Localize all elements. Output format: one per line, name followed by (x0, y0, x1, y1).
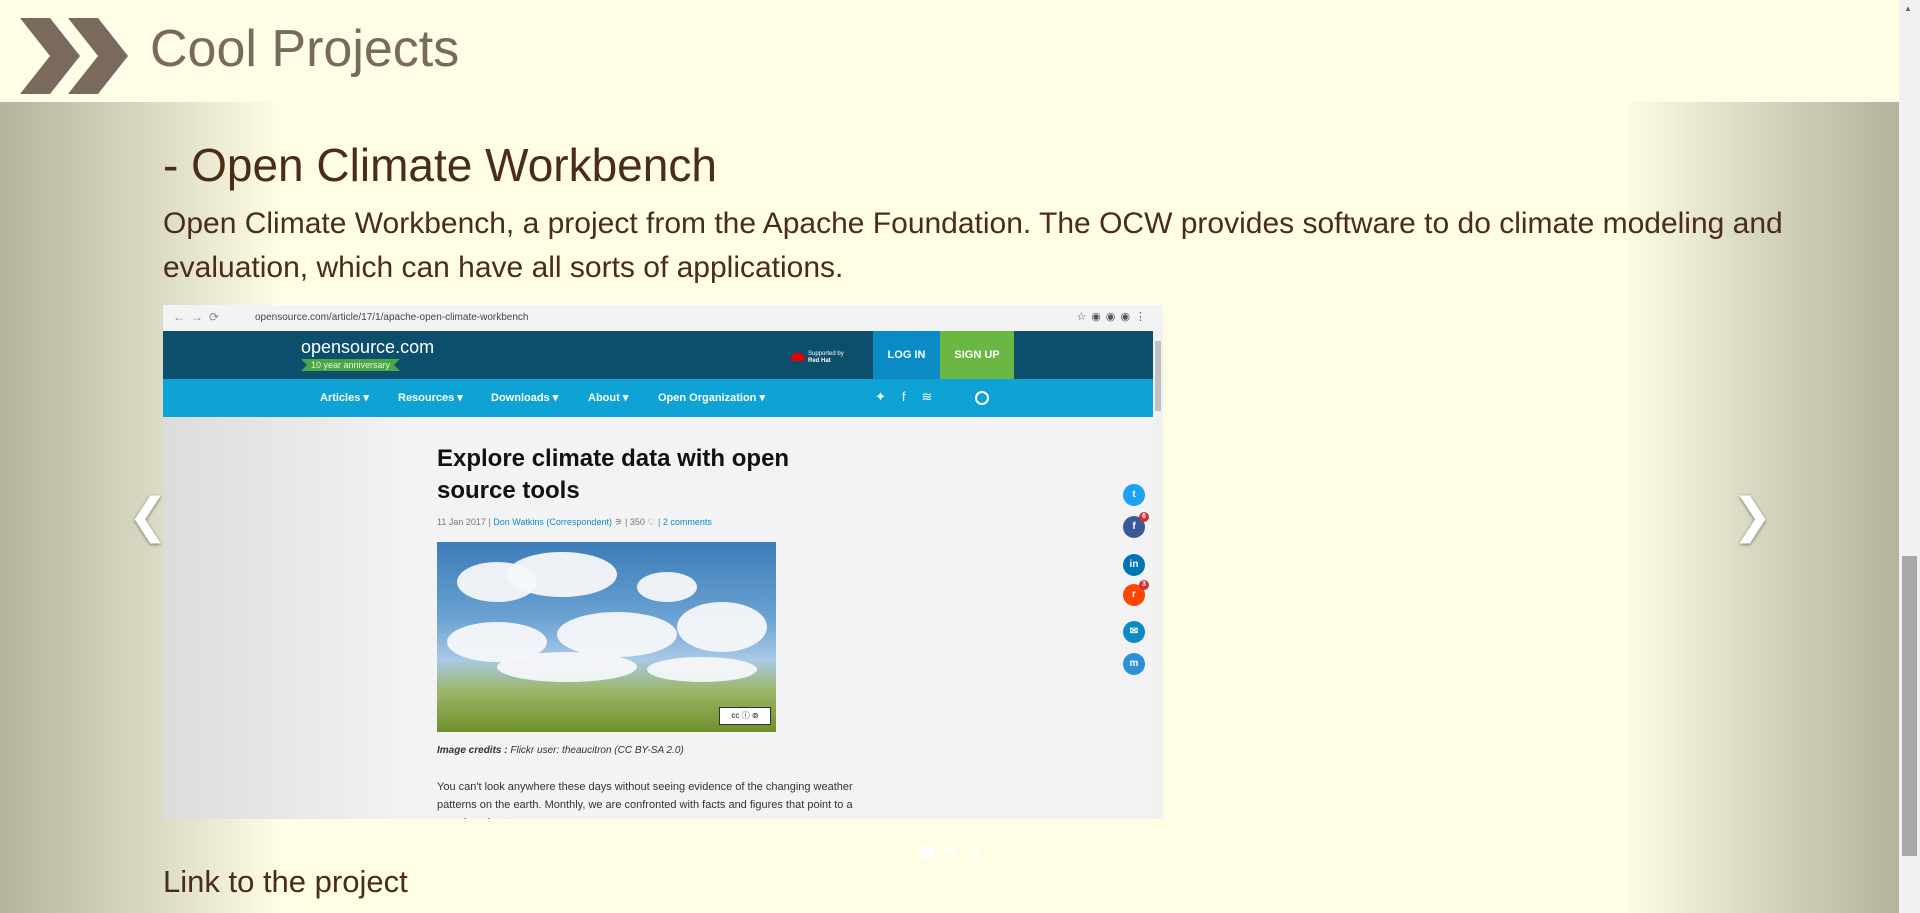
page-scrollbar-thumb[interactable] (1902, 556, 1917, 856)
osc-signup-button: SIGN UP (940, 331, 1014, 379)
osc-top-bar: opensource.com 10 year anniversary Suppo… (163, 331, 1153, 379)
scroll-up-arrow-icon[interactable]: ▲ (1904, 4, 1912, 13)
carousel-indicator-3[interactable] (968, 845, 982, 859)
mastodon-share-icon: m (1123, 653, 1145, 675)
chevron-right-icon: ❯ (1732, 490, 1773, 543)
project-link[interactable]: Link to the project (163, 864, 408, 900)
carousel-indicator-1[interactable] (920, 845, 934, 859)
article-meta: 11 Jan 2017 | Don Watkins (Correspondent… (437, 517, 712, 527)
browser-tool-icons: ☆◉◉◉⋮ (1076, 311, 1151, 323)
page-scrollbar[interactable]: ▲ (1899, 0, 1920, 913)
osc-brand: opensource.com (301, 337, 435, 357)
site-header: Cool Projects (0, 0, 1899, 102)
project-screenshot: ←→⟳ opensource.com/article/17/1/apache-o… (163, 305, 1163, 819)
browser-toolbar: ←→⟳ opensource.com/article/17/1/apache-o… (163, 305, 1163, 332)
reddit-share-icon: r3 (1123, 580, 1149, 606)
screenshot-scrollbar (1153, 331, 1163, 819)
slide-title: - Open Climate Workbench (163, 139, 717, 191)
carousel-next-button[interactable]: ❯ (1732, 492, 1772, 542)
twitter-share-icon: t (1123, 484, 1145, 506)
carousel-indicators (920, 845, 982, 859)
search-icon (975, 391, 989, 405)
osc-social-icons: ✦f≋ (875, 389, 949, 404)
cc-license-icon: cc ⓘ ⊚ (719, 707, 771, 725)
project-carousel: - Open Climate Workbench Open Climate Wo… (0, 102, 1899, 913)
osc-nav-bar: Articles ▾ Resources ▾ Downloads ▾ About… (163, 379, 1153, 417)
osc-nav-open-organization: Open Organization ▾ (658, 392, 765, 404)
osc-login-button: LOG IN (873, 331, 940, 379)
osc-supported-by: Supported by Red Hat (808, 351, 844, 364)
browser-url: opensource.com/article/17/1/apache-open-… (255, 312, 529, 323)
browser-nav-icons: ←→⟳ (173, 310, 226, 324)
osc-nav-resources: Resources ▾ (398, 392, 463, 404)
facebook-share-icon: f6 (1123, 512, 1149, 538)
osc-nav-about: About ▾ (588, 392, 629, 404)
double-chevron-right-icon[interactable] (20, 18, 132, 94)
osc-nav-articles: Articles ▾ (320, 392, 369, 404)
slide-description: Open Climate Workbench, a project from t… (163, 207, 1783, 284)
osc-nav-downloads: Downloads ▾ (491, 392, 559, 404)
image-credits: Image credits : Flickr user: theaucitron… (437, 745, 684, 756)
carousel-prev-button[interactable]: ❮ (128, 492, 168, 542)
linkedin-share-icon: in (1123, 554, 1145, 576)
article-title: Explore climate data with open source to… (437, 445, 790, 504)
carousel-indicator-2[interactable] (944, 845, 958, 859)
red-hat-icon (791, 353, 805, 361)
chevron-left-icon: ❮ (128, 490, 169, 543)
site-title: Cool Projects (150, 20, 460, 78)
article-hero-image: cc ⓘ ⊚ (437, 542, 776, 732)
osc-anniversary-ribbon: 10 year anniversary (301, 359, 401, 371)
email-share-icon: ✉ (1123, 621, 1145, 643)
article-body: You can't look anywhere these days witho… (437, 781, 853, 819)
